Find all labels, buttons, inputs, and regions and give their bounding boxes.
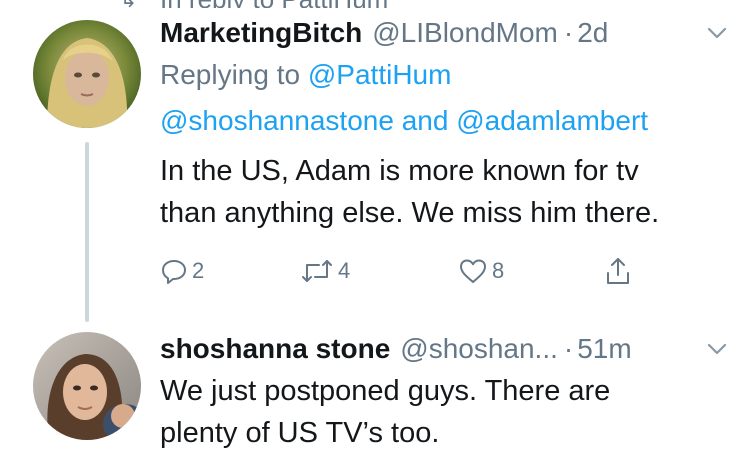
separator-dot: ·: [563, 17, 574, 48]
share-icon: [607, 258, 629, 284]
tweet-text: We just postponed guys. There are plenty…: [160, 370, 730, 454]
chevron-down-icon[interactable]: [704, 336, 730, 362]
reply-button[interactable]: 2: [160, 256, 204, 286]
avatar-shoshannastone[interactable]: [33, 332, 141, 440]
tweet-time[interactable]: 51m: [577, 330, 631, 368]
user-handle[interactable]: @LIBlondMom: [372, 14, 558, 52]
retweet-icon: [302, 260, 332, 282]
like-count: 8: [492, 258, 505, 283]
share-button[interactable]: [604, 256, 636, 286]
mention-adamlambert[interactable]: @adamlambert: [456, 105, 648, 136]
tweet-marketingbitch[interactable]: MarketingBitch @LIBlondMom · 2d Replying…: [160, 14, 730, 234]
avatar-marketingbitch[interactable]: [33, 20, 141, 128]
thread-connector-line: [85, 142, 89, 322]
mention-and: and: [401, 105, 449, 136]
separator-dot: ·: [563, 333, 574, 364]
tweet-text-line-2: than anything else. We miss him there.: [160, 197, 660, 229]
display-name[interactable]: MarketingBitch: [160, 14, 362, 52]
tweet-header: MarketingBitch @LIBlondMom · 2d: [160, 14, 730, 52]
tweet-shoshannastone[interactable]: shoshanna stone @shoshan... · 51m We jus…: [160, 330, 730, 454]
reply-count: 2: [192, 258, 205, 283]
tweet-text-line-1: We just postponed guys. There are: [160, 375, 611, 407]
reply-context-icon: ↳: [120, 0, 137, 8]
heart-icon: [460, 259, 486, 283]
mention-shoshannastone[interactable]: @shoshannastone: [160, 105, 394, 136]
replying-to-line: Replying to @PattiHum: [160, 52, 730, 98]
tweet-time[interactable]: 2d: [577, 14, 608, 52]
previous-context-cutoff: ↳ In reply to PattiHum: [0, 0, 750, 8]
tweet-actions: 2 4 8: [160, 256, 640, 288]
display-name[interactable]: shoshanna stone: [160, 330, 390, 368]
previous-context-text: In reply to PattiHum: [160, 0, 388, 8]
chevron-down-icon[interactable]: [704, 20, 730, 46]
replying-to-label: Replying to: [160, 59, 301, 90]
tweet-text: In the US, Adam is more known for tv tha…: [160, 150, 730, 234]
retweet-count: 4: [338, 258, 351, 283]
mentions-line: @shoshannastone and @adamlambert: [160, 98, 730, 144]
like-button[interactable]: 8: [458, 256, 504, 286]
user-handle[interactable]: @shoshan...: [400, 330, 558, 368]
tweet-header: shoshanna stone @shoshan... · 51m: [160, 330, 730, 368]
replying-to-link[interactable]: @PattiHum: [308, 59, 452, 90]
retweet-button[interactable]: 4: [300, 256, 350, 286]
tweet-text-line-1: In the US, Adam is more known for tv: [160, 155, 639, 187]
reply-icon: [162, 260, 186, 284]
tweet-text-line-2: plenty of US TV’s too.: [160, 417, 440, 449]
